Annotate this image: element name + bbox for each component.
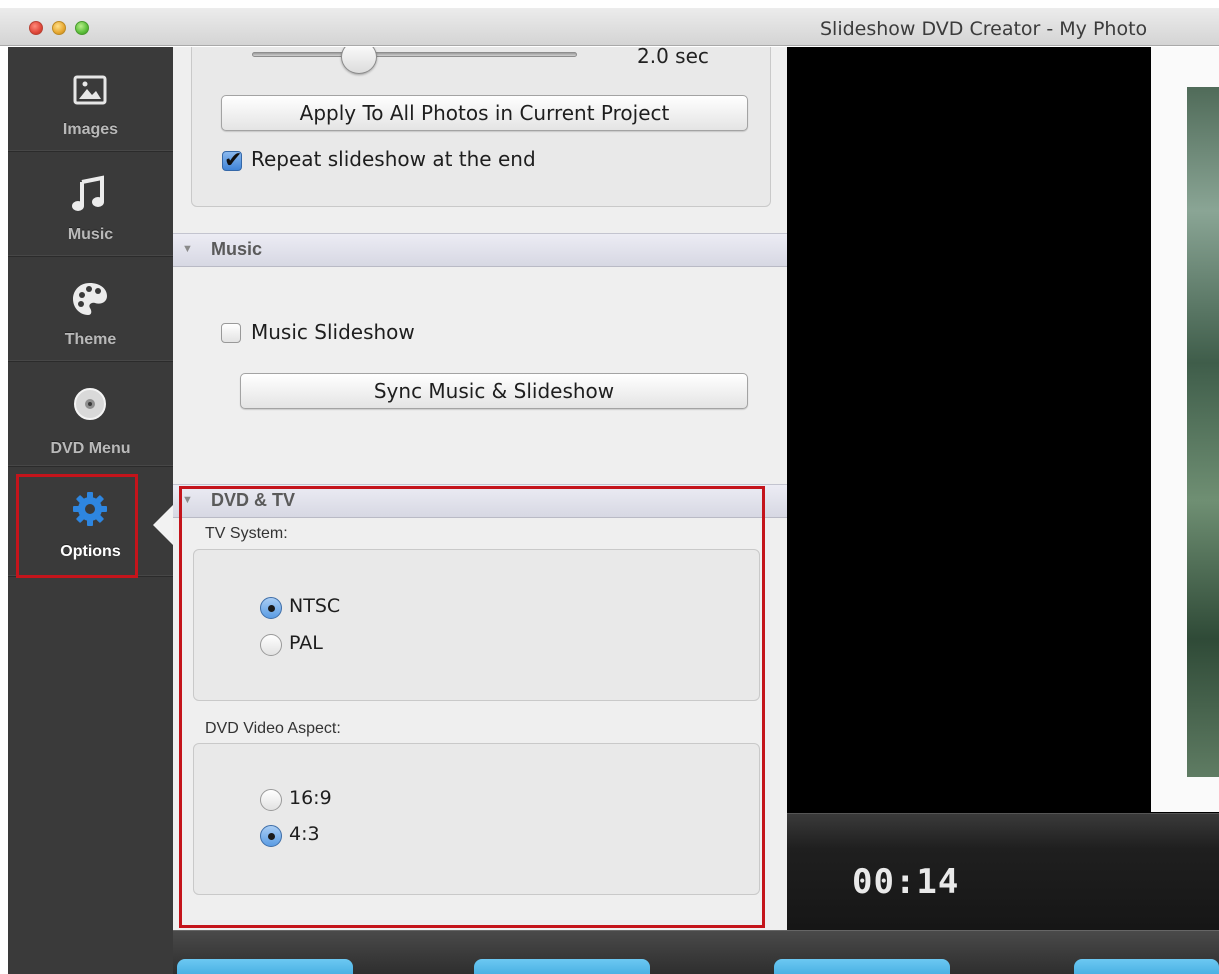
- sidebar-item-images[interactable]: Images: [8, 47, 173, 152]
- music-section-title: Music: [211, 239, 263, 259]
- disc-icon: [74, 388, 106, 420]
- sync-music-button[interactable]: Sync Music & Slideshow: [240, 373, 748, 409]
- music-section-header[interactable]: ▼ Music: [173, 233, 787, 267]
- sidebar-item-label: DVD Menu: [50, 440, 131, 457]
- zoom-window-button[interactable]: [75, 21, 89, 35]
- slideshow-settings-group: 2.0 sec Apply To All Photos in Current P…: [191, 47, 771, 207]
- apply-to-all-button[interactable]: Apply To All Photos in Current Project: [221, 95, 748, 131]
- window-titlebar: Slideshow DVD Creator - My Photo: [0, 8, 1219, 46]
- sidebar: Images Music Theme DVD Menu Options: [8, 47, 173, 974]
- image-icon: [73, 75, 107, 105]
- duration-value: 2.0 sec: [637, 47, 709, 68]
- music-note-icon: [72, 175, 104, 211]
- sidebar-item-music[interactable]: Music: [8, 152, 173, 257]
- preview-area: 00:14: [787, 47, 1219, 930]
- close-window-button[interactable]: [29, 21, 43, 35]
- repeat-slideshow-label: Repeat slideshow at the end: [251, 147, 536, 171]
- checkmark-icon: ✔: [224, 147, 243, 172]
- active-tab-pointer: [153, 505, 173, 545]
- window-title: Slideshow DVD Creator - My Photo: [820, 18, 1148, 40]
- bottom-button-3[interactable]: [774, 959, 950, 974]
- minimize-window-button[interactable]: [52, 21, 66, 35]
- repeat-slideshow-checkbox[interactable]: ✔: [222, 147, 242, 172]
- disclosure-triangle-icon: ▼: [182, 243, 193, 255]
- bottom-button-4[interactable]: [1074, 959, 1219, 974]
- bottom-button-2[interactable]: [474, 959, 650, 974]
- sidebar-item-label: Music: [67, 226, 114, 243]
- sidebar-item-dvd-menu[interactable]: DVD Menu: [8, 362, 173, 467]
- sidebar-item-theme[interactable]: Theme: [8, 257, 173, 362]
- duration-slider-knob[interactable]: [341, 47, 377, 74]
- options-panel: 2.0 sec Apply To All Photos in Current P…: [173, 47, 787, 930]
- sidebar-item-label: Theme: [64, 331, 117, 348]
- palette-icon: [73, 283, 107, 315]
- playback-bar: 00:14: [787, 813, 1219, 930]
- bottom-toolbar: [173, 930, 1219, 974]
- dvd-tv-highlight-box: [179, 486, 765, 928]
- timecode-display: 00:14: [852, 862, 960, 902]
- duration-slider[interactable]: [252, 47, 577, 74]
- bottom-button-1[interactable]: [177, 959, 353, 974]
- music-slideshow-checkbox[interactable]: [221, 323, 241, 343]
- music-slideshow-label: Music Slideshow: [251, 320, 415, 344]
- preview-photo: [1187, 87, 1219, 777]
- sidebar-item-label: Images: [62, 121, 119, 138]
- options-highlight-box: [16, 474, 138, 578]
